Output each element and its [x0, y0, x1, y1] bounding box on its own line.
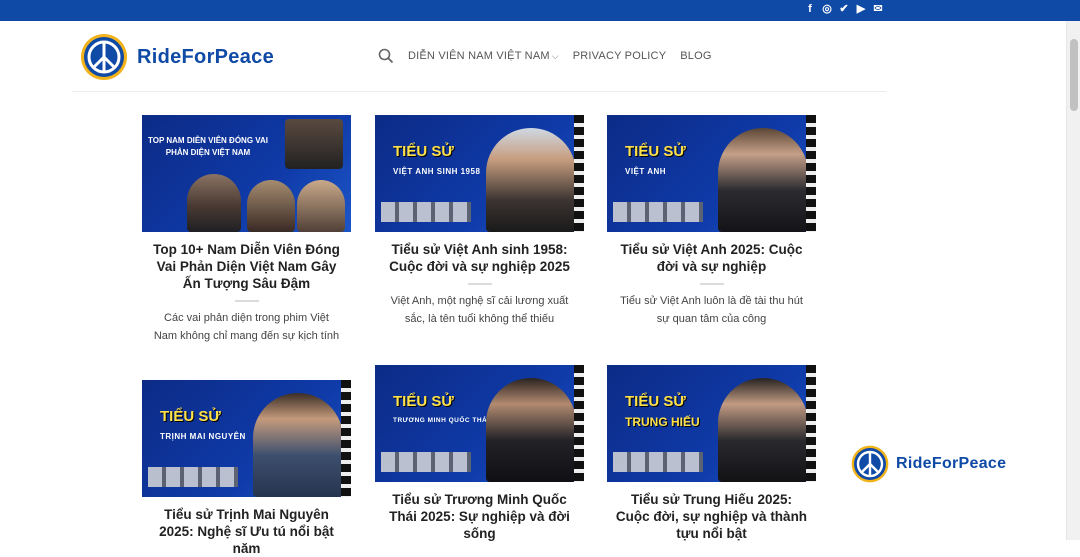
post-thumbnail[interactable]: TIỂU SỬ TRƯƠNG MINH QUỐC THÁI [375, 365, 584, 482]
nav-item-label: DIỄN VIÊN NAM VIỆT NAM [408, 50, 550, 62]
post-thumbnail[interactable]: TIỂU SỬ TRỊNH MAI NGUYÊN [142, 380, 351, 497]
post-title[interactable]: Tiểu sử Trịnh Mai Nguyên 2025: Nghệ sĩ Ư… [142, 506, 351, 557]
scrollbar-thumb[interactable] [1070, 39, 1078, 111]
facebook-icon[interactable]: f [804, 3, 816, 16]
page-scrollbar[interactable] [1066, 21, 1080, 540]
instagram-icon[interactable]: ◎ [821, 3, 833, 16]
peace-logo-icon [81, 34, 127, 80]
post-card[interactable]: TIỂU SỬ TRƯƠNG MINH QUỐC THÁI Tiểu sử Tr… [375, 365, 584, 542]
divider [467, 283, 492, 285]
thumbnail-caption: TOP NAM DIỄN VIÊN ĐÓNG VAI PHẢN DIỆN VIỆ… [148, 136, 269, 157]
post-title[interactable]: Tiểu sử Việt Anh 2025: Cuộc đời và sự ng… [607, 241, 816, 275]
nav-item-blog[interactable]: BLOG [680, 50, 711, 62]
post-card[interactable]: TIỂU SỬ VIỆT ANH SINH 1958 Tiểu sử Việt … [375, 115, 584, 328]
post-card[interactable]: TOP NAM DIỄN VIÊN ĐÓNG VAI PHẢN DIỆN VIỆ… [142, 115, 351, 345]
post-card[interactable]: TIỂU SỬ TRUNG HIẾU Tiểu sử Trung Hiếu 20… [607, 365, 816, 542]
thumbnail-caption-main: TIỂU SỬ [393, 143, 454, 160]
thumbnail-caption-sub: TRUNG HIẾU [625, 415, 700, 429]
thumbnail-caption-sub: VIỆT ANH [625, 167, 667, 176]
post-thumbnail[interactable]: TIỂU SỬ VIỆT ANH [607, 115, 816, 232]
email-icon[interactable]: ✉ [872, 3, 884, 16]
post-card[interactable]: TIỂU SỬ VIỆT ANH Tiểu sử Việt Anh 2025: … [607, 115, 816, 328]
site-header: RideForPeace DIỄN VIÊN NAM VIỆT NAM ⌵ PRI… [72, 21, 886, 92]
thumbnail-caption-sub: VIỆT ANH SINH 1958 [393, 167, 481, 176]
post-title[interactable]: Tiểu sử Trung Hiếu 2025: Cuộc đời, sự ng… [607, 491, 816, 542]
top-bar: f ◎ ✔ ▶ ✉ [0, 0, 1080, 21]
logo-text: RideForPeace [896, 455, 1007, 472]
youtube-icon[interactable]: ▶ [855, 3, 867, 16]
logo-text: RideForPeace [137, 45, 274, 68]
post-title[interactable]: Top 10+ Nam Diễn Viên Đóng Vai Phản Diện… [142, 241, 351, 292]
nav-item-dien-vien-nam[interactable]: DIỄN VIÊN NAM VIỆT NAM ⌵ [408, 50, 559, 62]
post-excerpt: Các vai phản diện trong phim Việt Nam kh… [153, 312, 340, 342]
post-title[interactable]: Tiểu sử Trương Minh Quốc Thái 2025: Sự n… [375, 491, 584, 542]
post-thumbnail[interactable]: TOP NAM DIỄN VIÊN ĐÓNG VAI PHẢN DIỆN VIỆ… [142, 115, 351, 232]
search-icon[interactable] [378, 48, 394, 64]
social-links: f ◎ ✔ ▶ ✉ [804, 3, 884, 16]
thumbnail-caption-main: TIỂU SỬ [625, 393, 686, 410]
post-card[interactable]: TIỂU SỬ TRỊNH MAI NGUYÊN Tiểu sử Trịnh M… [142, 380, 351, 557]
post-thumbnail[interactable]: TIỂU SỬ VIỆT ANH SINH 1958 [375, 115, 584, 232]
post-excerpt: Tiểu sử Việt Anh luôn là đề tài thu hút … [620, 295, 803, 325]
peace-logo-icon [851, 445, 889, 483]
thumbnail-caption-main: TIỂU SỬ [160, 408, 221, 425]
divider [699, 283, 724, 285]
chevron-down-icon: ⌵ [551, 51, 559, 61]
divider [234, 300, 259, 302]
floating-logo[interactable]: RideForPeace [850, 444, 1006, 484]
site-logo[interactable]: RideForPeace [79, 32, 274, 82]
thumbnail-caption-main: TIỂU SỬ [625, 143, 686, 160]
twitter-icon[interactable]: ✔ [838, 3, 850, 16]
post-excerpt: Việt Anh, một nghệ sĩ cải lương xuất sắc… [390, 295, 569, 325]
nav-item-privacy-policy[interactable]: PRIVACY POLICY [573, 50, 666, 62]
thumbnail-caption-main: TIỂU SỬ [393, 393, 454, 410]
thumbnail-caption-sub: TRƯƠNG MINH QUỐC THÁI [393, 417, 490, 424]
thumbnail-caption-sub: TRỊNH MAI NGUYÊN [160, 432, 246, 441]
post-title[interactable]: Tiểu sử Việt Anh sinh 1958: Cuộc đời và … [375, 241, 584, 275]
main-nav: DIỄN VIÊN NAM VIỆT NAM ⌵ PRIVACY POLICY B… [378, 48, 712, 64]
post-thumbnail[interactable]: TIỂU SỬ TRUNG HIẾU [607, 365, 816, 482]
